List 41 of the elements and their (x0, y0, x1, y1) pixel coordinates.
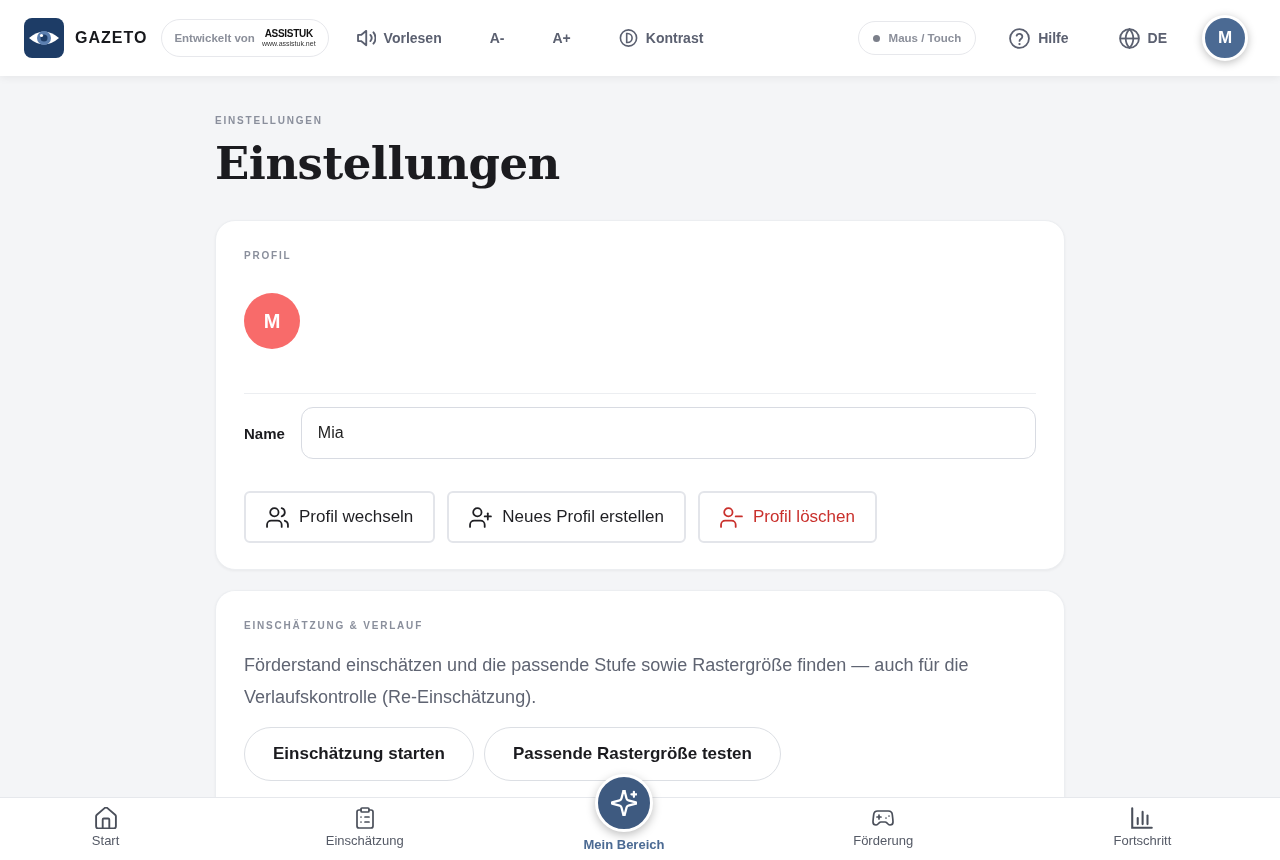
nav-tab[interactable]: Start (91, 807, 120, 860)
speaker-icon (356, 29, 376, 47)
input-mode-toggle[interactable]: Maus / Touch (857, 21, 977, 55)
clipboard-icon (353, 807, 376, 829)
eye-logo-icon[interactable] (24, 18, 64, 58)
font-size-button[interactable]: A+ (540, 22, 583, 54)
action-button[interactable]: Passende Rastergröße testen (483, 727, 781, 781)
profile-avatar-button[interactable]: M (1202, 15, 1248, 61)
developer-label: Entwickelt von (174, 32, 255, 44)
section-heading: EINSCHÄTZUNG & VERLAUF (244, 619, 425, 633)
users-icon (266, 506, 289, 528)
field-label: Name (244, 424, 285, 442)
nav-tab[interactable]: Einschätzung (325, 807, 404, 860)
status-dot-icon (872, 34, 880, 42)
section-description: Förderstand einschätzen und die passende Stufe sowie Rastergröße finden — auch für die Verlaufskontrolle (Re-Einschätzung). (244, 654, 970, 709)
new-profile-button[interactable]: Neues Profil erstellen (447, 491, 686, 543)
delete-profile-button[interactable]: Profil löschen (697, 491, 877, 543)
home-icon (94, 807, 117, 829)
page-title: Einstellungen (215, 136, 561, 192)
bar-chart-icon (1131, 807, 1154, 829)
app-name: GAZETO (75, 29, 148, 47)
globe-icon (1118, 27, 1140, 49)
action-button[interactable]: Einschätzung starten (244, 727, 474, 781)
contrast-icon (618, 29, 638, 47)
profile-avatar: M (244, 293, 300, 349)
partner-logo-text: ASSISTUK (264, 29, 313, 39)
language-button[interactable]: DE (1106, 19, 1179, 57)
user-minus-icon (719, 506, 743, 528)
section-heading: PROFIL (244, 249, 293, 263)
user-plus-icon (469, 506, 493, 528)
nav-tab[interactable]: Fortschritt (1113, 807, 1172, 860)
read-aloud-button[interactable]: Vorlesen (344, 21, 454, 55)
contrast-button[interactable]: Kontrast (606, 21, 716, 55)
breadcrumb: EINSTELLUNGEN (215, 114, 324, 128)
help-icon (1009, 27, 1031, 49)
name-input[interactable]: Mia (300, 407, 1036, 459)
help-button[interactable]: Hilfe (997, 19, 1081, 57)
font-size-button[interactable]: A- (477, 22, 517, 54)
nav-tab[interactable]: Förderung (853, 807, 914, 860)
switch-profile-button[interactable]: Profil wechseln (244, 491, 436, 543)
gamepad-icon (872, 807, 895, 829)
